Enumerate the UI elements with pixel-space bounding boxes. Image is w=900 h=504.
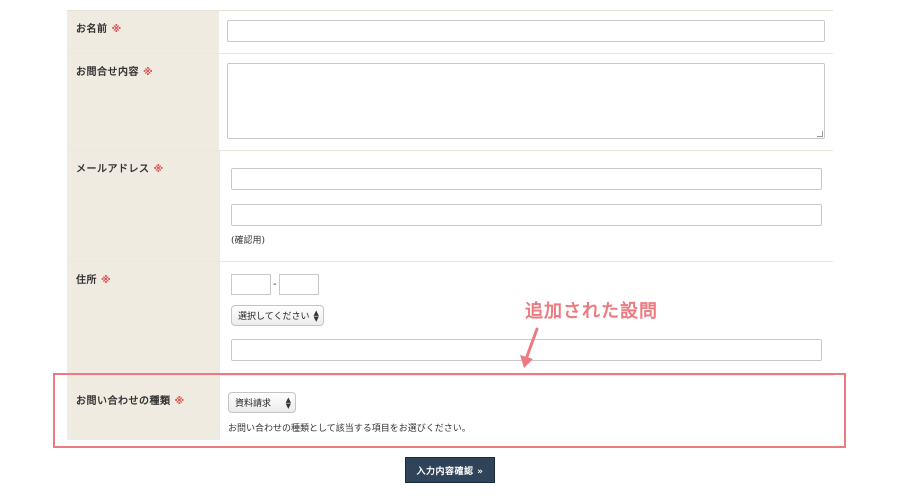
annotation-arrow-icon — [520, 327, 539, 368]
row-name: お名前 ※ — [67, 11, 833, 54]
required-mark: ※ — [153, 164, 164, 175]
inquiry-textarea[interactable] — [227, 63, 825, 139]
select-arrows-icon: ▲ ▼ — [313, 308, 319, 323]
input-cell-email: (確認用) — [220, 151, 833, 261]
label-cell-name: お名前 ※ — [67, 11, 219, 53]
email-confirm-note: (確認用) — [231, 236, 266, 246]
input-cell-inquiry — [219, 54, 833, 150]
inquiry-label: お問合せ内容 — [76, 67, 139, 78]
required-mark: ※ — [101, 275, 112, 286]
email-label: メールアドレス — [76, 164, 150, 175]
annotation-callout: 追加された設問 — [525, 301, 658, 322]
row-address: 住所 ※ - 選択してください ▲ ▼ — [67, 262, 833, 376]
name-input[interactable] — [227, 20, 825, 42]
label-cell-address: 住所 ※ — [67, 262, 220, 375]
label-cell-inquiry: お問合せ内容 ※ — [67, 54, 219, 150]
required-mark: ※ — [111, 24, 122, 35]
label-cell-email: メールアドレス ※ — [67, 151, 220, 261]
resize-grip-icon[interactable] — [817, 131, 823, 137]
email-input[interactable] — [231, 168, 822, 190]
prefecture-select[interactable]: 選択してください ▲ ▼ — [231, 305, 324, 326]
row-email: メールアドレス ※ (確認用) — [67, 151, 833, 262]
confirm-submit-button[interactable]: 入力内容確認 » — [405, 457, 495, 483]
input-cell-name — [219, 11, 833, 53]
prefecture-select-value: 選択してください — [238, 312, 310, 322]
email-confirm-input[interactable] — [231, 204, 822, 226]
required-mark: ※ — [143, 67, 154, 78]
zip-group: - — [231, 274, 825, 295]
address-label: 住所 — [76, 275, 97, 286]
name-label: お名前 — [76, 24, 108, 35]
zip-first-input[interactable] — [231, 274, 271, 295]
row-inquiry: お問合せ内容 ※ — [67, 54, 833, 151]
zip-second-input[interactable] — [278, 274, 319, 295]
zip-separator: - — [273, 279, 277, 290]
highlight-box — [53, 373, 846, 448]
